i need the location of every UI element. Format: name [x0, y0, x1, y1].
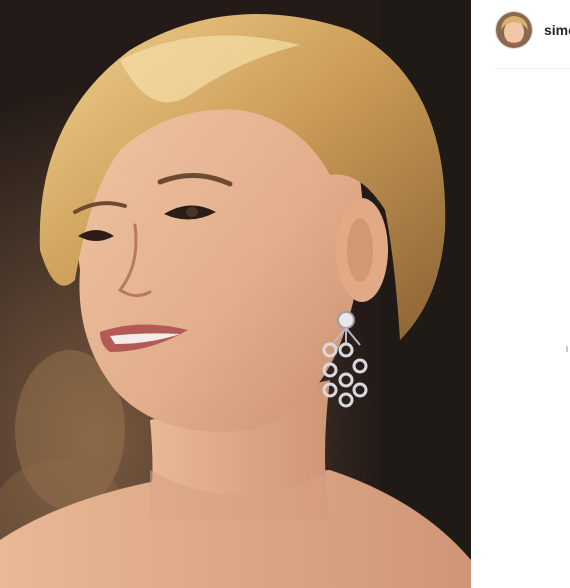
username-link[interactable]: simo: [544, 22, 570, 38]
avatar[interactable]: [495, 11, 533, 49]
header-divider: [495, 68, 570, 69]
post-photo[interactable]: [0, 0, 471, 588]
scroll-indicator: [566, 346, 568, 352]
post-header: simo: [495, 9, 570, 51]
instagram-post: simo: [0, 0, 570, 588]
profile-avatar-icon: [496, 12, 532, 48]
portrait-photo-icon: [0, 0, 471, 588]
post-sidebar: simo: [471, 0, 570, 588]
